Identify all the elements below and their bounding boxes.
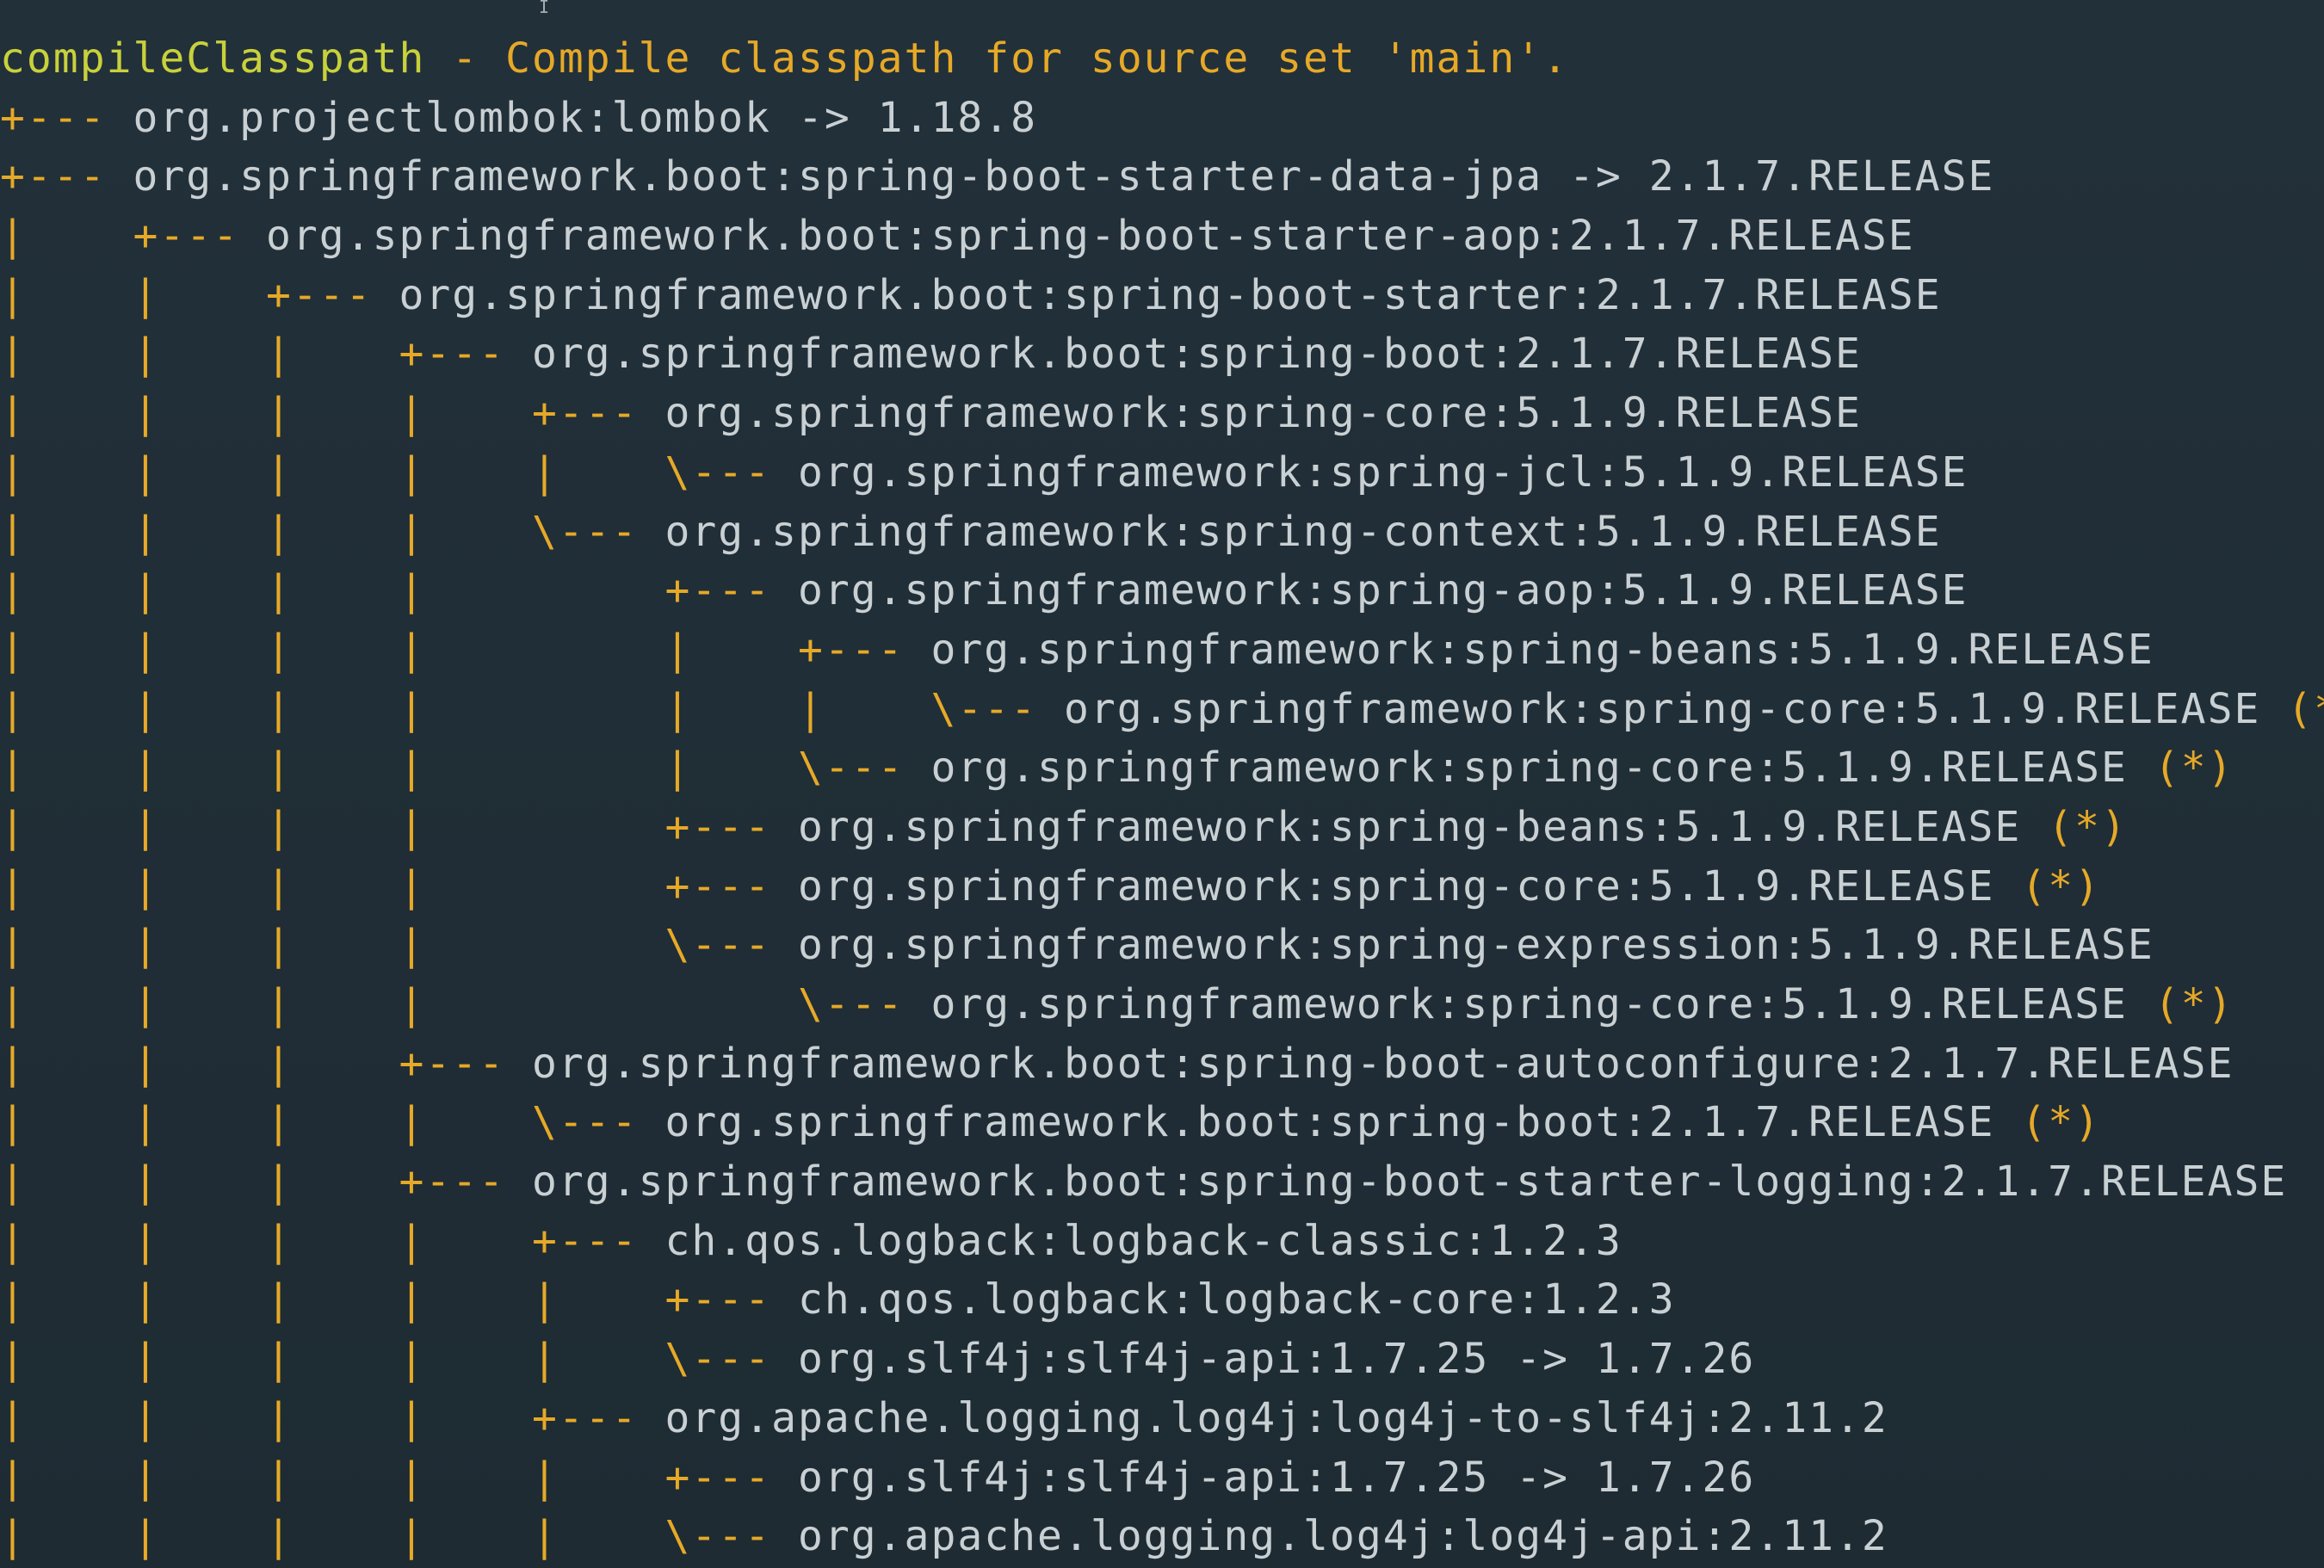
dependency-line: | | | | | +--- org.springframework:sprin…	[0, 620, 2324, 680]
tree-branch: | +---	[0, 212, 266, 261]
text-cursor-icon: I	[539, 0, 550, 17]
tree-branch: | | | +---	[0, 1039, 532, 1088]
dependency-line: | | | | \--- org.springframework:spring-…	[0, 916, 2324, 975]
tree-branch: +---	[0, 93, 133, 142]
tree-branch: | | | | | \---	[0, 448, 798, 497]
tree-branch: | | | | +---	[0, 861, 798, 911]
tree-branch: | | | | | \---	[0, 744, 931, 793]
dependency-coordinate: org.springframework:spring-beans:5.1.9.R…	[930, 625, 2154, 674]
dependency-coordinate: org.springframework:spring-beans:5.1.9.R…	[797, 802, 2022, 851]
dependency-coordinate: org.springframework:spring-core:5.1.9.RE…	[930, 744, 2128, 793]
dependency-tree: compileClasspath - Compile classpath for…	[0, 29, 2324, 1566]
dependency-coordinate: org.springframework:spring-jcl:5.1.9.REL…	[797, 448, 1969, 497]
dependency-coordinate: org.springframework:spring-core:5.1.9.RE…	[664, 389, 1862, 438]
omitted-marker: (*)	[1994, 1098, 2101, 1147]
dependency-coordinate: org.springframework:spring-context:5.1.9…	[664, 507, 1942, 556]
dependency-coordinate: org.springframework.boot:spring-boot-sta…	[265, 212, 1915, 261]
terminal-output[interactable]: I compileClasspath - Compile classpath f…	[0, 0, 2324, 1568]
tree-branch: +---	[0, 152, 133, 201]
dependency-line: | | | | | +--- ch.qos.logback:logback-co…	[0, 1270, 2324, 1330]
tree-branch: | | | | | | \---	[0, 684, 1064, 733]
tree-branch: | | | | | +---	[0, 1275, 798, 1324]
dependency-line: +--- org.projectlombok:lombok -> 1.18.8	[0, 89, 2324, 148]
tree-branch: | | | | | \---	[0, 1512, 798, 1561]
dependency-line: | | | | | \--- org.springframework:sprin…	[0, 738, 2324, 798]
tree-branch: | | | | +---	[0, 1393, 665, 1442]
dependency-coordinate: org.projectlombok:lombok -> 1.18.8	[133, 93, 1038, 142]
dependency-line: | | | | | \--- org.slf4j:slf4j-api:1.7.2…	[0, 1330, 2324, 1389]
tree-branch: | | | | \---	[0, 507, 665, 556]
dependency-coordinate: org.springframework:spring-core:5.1.9.RE…	[1063, 684, 2261, 733]
dependency-coordinate: org.springframework:spring-core:5.1.9.RE…	[930, 980, 2128, 1028]
dependency-line: | | +--- org.springframework.boot:spring…	[0, 266, 2324, 325]
dependency-coordinate: org.apache.logging.log4j:log4j-to-slf4j:…	[664, 1393, 1888, 1442]
tree-branch: | | | +---	[0, 1157, 532, 1207]
dependency-line: | | | | +--- org.springframework:spring-…	[0, 561, 2324, 620]
tree-branch: | | | | +---	[0, 566, 798, 615]
dependency-line: +--- org.springframework.boot:spring-boo…	[0, 147, 2324, 207]
dependency-line: | | | | +--- org.apache.logging.log4j:lo…	[0, 1389, 2324, 1448]
dependency-coordinate: org.springframework:spring-expression:5.…	[797, 921, 2154, 970]
omitted-marker: (*)	[2127, 744, 2234, 793]
tree-branch: | | | | | +---	[0, 625, 931, 674]
header-line: compileClasspath - Compile classpath for…	[0, 29, 2324, 89]
dependency-line: | | | | | +--- org.slf4j:slf4j-api:1.7.2…	[0, 1448, 2324, 1508]
tree-branch: | | | | +---	[0, 1216, 665, 1265]
dependency-line: | | | | +--- ch.qos.logback:logback-clas…	[0, 1212, 2324, 1271]
dependency-coordinate: org.apache.logging.log4j:log4j-api:2.11.…	[797, 1512, 1888, 1561]
dependency-coordinate: org.springframework.boot:spring-boot-sta…	[133, 152, 1995, 201]
tree-branch: | | | | \---	[0, 980, 931, 1028]
dependency-line: | | | +--- org.springframework.boot:spri…	[0, 324, 2324, 384]
dependency-line: | | | | \--- org.springframework.boot:sp…	[0, 1093, 2324, 1152]
dependency-coordinate: org.springframework:spring-core:5.1.9.RE…	[797, 861, 1995, 911]
dependency-coordinate: org.springframework.boot:spring-boot-aut…	[531, 1039, 2234, 1088]
tree-branch: | | | | | +---	[0, 1453, 798, 1502]
dependency-line: | | | | +--- org.springframework:spring-…	[0, 857, 2324, 917]
omitted-marker: (*)	[2127, 980, 2234, 1028]
configuration-description: - Compile classpath for source set 'main…	[425, 34, 1570, 83]
dependency-coordinate: org.springframework.boot:spring-boot:2.1…	[664, 1098, 1995, 1147]
dependency-coordinate: ch.qos.logback:logback-classic:1.2.3	[664, 1216, 1622, 1265]
dependency-coordinate: org.springframework.boot:spring-boot:2.1…	[531, 330, 1862, 379]
omitted-marker: (*)	[2021, 802, 2128, 851]
tree-branch: | | | | | \---	[0, 1335, 798, 1384]
dependency-coordinate: org.slf4j:slf4j-api:1.7.25 -> 1.7.26	[797, 1335, 1756, 1384]
dependency-line: | | | | | \--- org.apache.logging.log4j:…	[0, 1507, 2324, 1566]
dependency-line: | | | | +--- org.springframework:spring-…	[0, 798, 2324, 857]
tree-branch: | | +---	[0, 270, 399, 319]
dependency-line: | | | | | | \--- org.springframework:spr…	[0, 680, 2324, 739]
tree-branch: | | | +---	[0, 330, 532, 379]
omitted-marker: (*)	[1994, 861, 2101, 911]
dependency-line: | | | +--- org.springframework.boot:spri…	[0, 1152, 2324, 1212]
dependency-coordinate: org.springframework.boot:spring-boot-sta…	[531, 1157, 2288, 1207]
dependency-coordinate: org.springframework:spring-aop:5.1.9.REL…	[797, 566, 1969, 615]
dependency-coordinate: org.springframework.boot:spring-boot-sta…	[399, 270, 1942, 319]
tree-branch: | | | | +---	[0, 802, 798, 851]
dependency-line: | | | +--- org.springframework.boot:spri…	[0, 1034, 2324, 1094]
tree-branch: | | | | \---	[0, 1098, 665, 1147]
dependency-line: | | | | +--- org.springframework:spring-…	[0, 384, 2324, 443]
dependency-line: | | | | \--- org.springframework:spring-…	[0, 503, 2324, 562]
omitted-marker: (*)	[2287, 684, 2324, 733]
dependency-coordinate: org.slf4j:slf4j-api:1.7.25 -> 1.7.26	[797, 1453, 1756, 1502]
dependency-line: | +--- org.springframework.boot:spring-b…	[0, 207, 2324, 266]
configuration-name: compileClasspath	[0, 34, 426, 83]
dependency-line: | | | | \--- org.springframework:spring-…	[0, 975, 2324, 1034]
dependency-coordinate: ch.qos.logback:logback-core:1.2.3	[797, 1275, 1676, 1324]
tree-branch: | | | | \---	[0, 921, 798, 970]
tree-branch: | | | | +---	[0, 389, 665, 438]
dependency-line: | | | | | \--- org.springframework:sprin…	[0, 443, 2324, 503]
